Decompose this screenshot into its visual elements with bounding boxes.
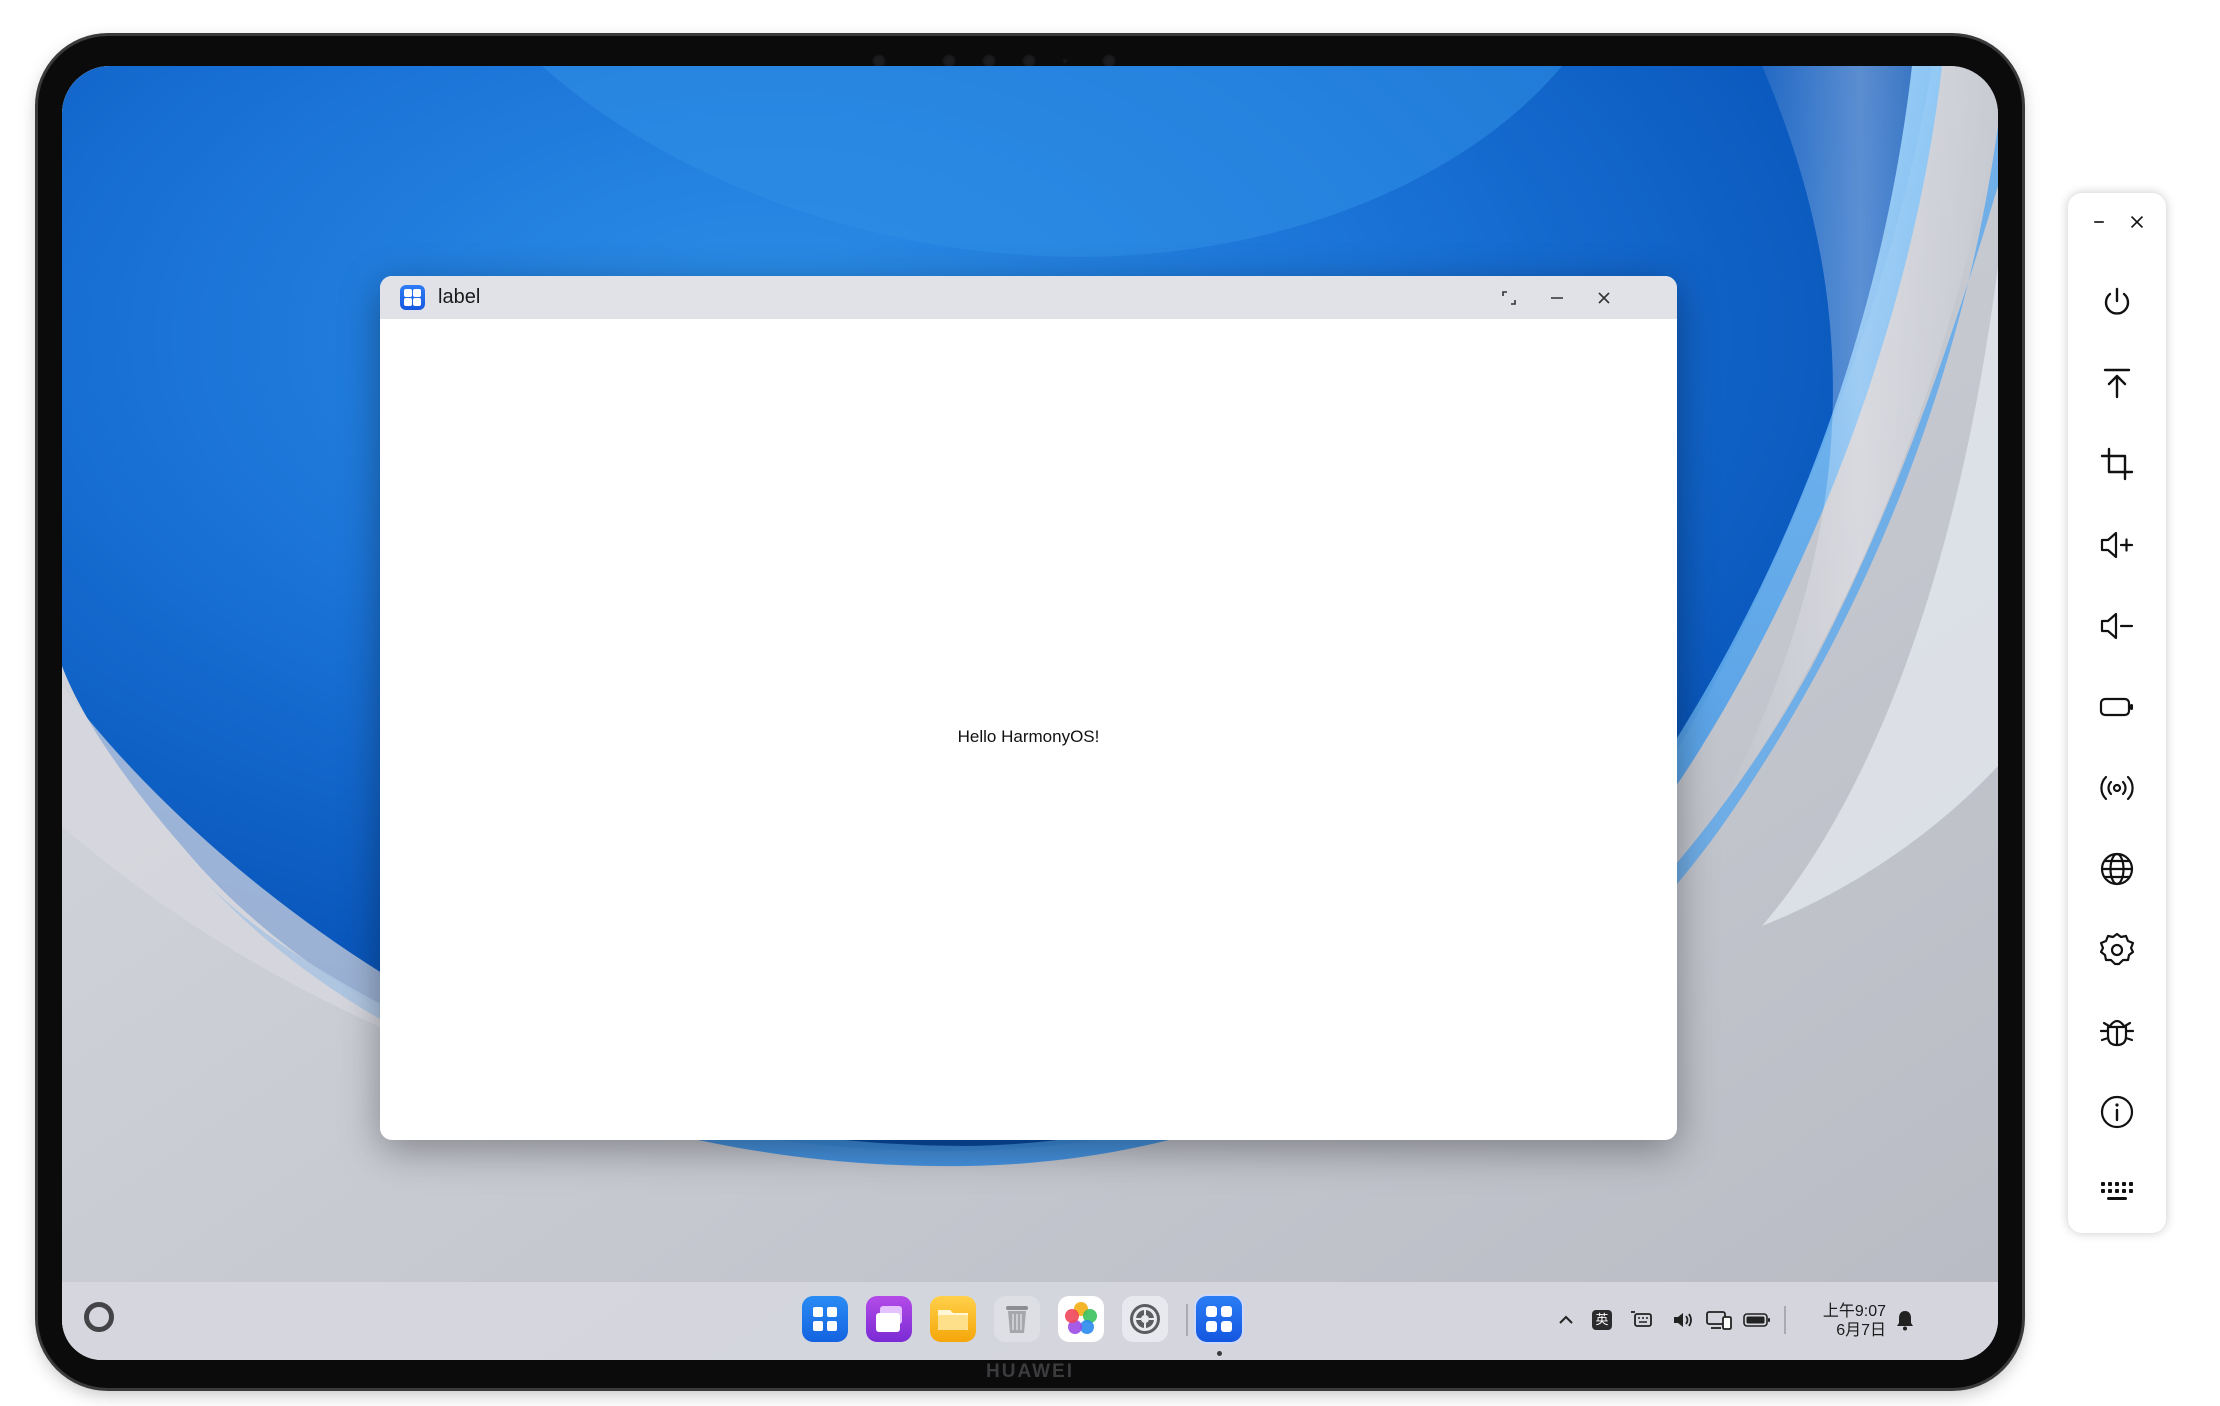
start-button[interactable]: [84, 1302, 114, 1332]
volume-down-icon: [2100, 612, 2134, 640]
globe-icon: [2100, 852, 2134, 886]
about-button[interactable]: [2092, 1087, 2142, 1137]
volume-button[interactable]: [1670, 1306, 1698, 1334]
dock-gallery[interactable]: [1058, 1296, 1104, 1342]
tray-separator: [1784, 1306, 1786, 1334]
hello-text: Hello HarmonyOS!: [957, 727, 1100, 746]
gallery-flower-icon: [1065, 1302, 1097, 1334]
device-screen: label Hello HarmonyOS! 英 上午9:07 6月7日: [62, 66, 1998, 1360]
minimize-button[interactable]: [1542, 283, 1572, 313]
emulator-toolbar: [2068, 193, 2166, 1233]
network-button[interactable]: [2092, 844, 2142, 894]
clock-date: 6月7日: [1836, 1322, 1886, 1339]
close-icon: [1598, 292, 1610, 304]
maximize-button[interactable]: [1494, 283, 1524, 313]
power-button[interactable]: [2092, 277, 2142, 327]
battery-icon: [1743, 1313, 1770, 1327]
volume-down-button[interactable]: [2092, 601, 2142, 651]
power-icon: [2104, 287, 2130, 315]
keyboard-button[interactable]: [2092, 1168, 2142, 1218]
app-center-icon: [813, 1307, 837, 1331]
settings-gear-icon: [1130, 1304, 1160, 1334]
battery-status[interactable]: [1742, 1306, 1772, 1334]
toolbar-close-button[interactable]: [2118, 203, 2156, 241]
battery-icon: [2099, 697, 2133, 717]
dock-label-app[interactable]: [1196, 1296, 1242, 1342]
keyboard-switch-button[interactable]: [1628, 1306, 1656, 1334]
dock-app-center[interactable]: [802, 1296, 848, 1342]
device-brand: HUAWEI: [986, 1361, 1074, 1382]
battery-button[interactable]: [2092, 682, 2142, 732]
location-signal-button[interactable]: [2092, 763, 2142, 813]
keyboard-switch-icon: [1631, 1311, 1652, 1327]
input-method-label: 英: [1592, 1310, 1612, 1330]
dock: [802, 1296, 1242, 1356]
notification-button[interactable]: [1892, 1306, 1918, 1334]
tablet-device: label Hello HarmonyOS! 英 上午9:07 6月7日 HUA…: [38, 36, 2022, 1388]
home-top-button[interactable]: [2092, 358, 2142, 408]
minimize-icon: [1551, 297, 1563, 299]
dock-separator: [1186, 1304, 1188, 1336]
multi-screen-button[interactable]: [1704, 1306, 1734, 1334]
window-content: Hello HarmonyOS!: [380, 319, 1677, 1140]
window-title: label: [438, 286, 481, 308]
app-window: label Hello HarmonyOS!: [380, 276, 1677, 1140]
volume-up-button[interactable]: [2092, 520, 2142, 570]
app-grid-icon: [1206, 1306, 1232, 1332]
settings-button[interactable]: [2092, 925, 2142, 975]
close-button[interactable]: [1589, 283, 1619, 313]
arrow-up-to-line-icon: [2103, 368, 2131, 399]
input-method-button[interactable]: 英: [1590, 1306, 1614, 1334]
screenshot-button[interactable]: [2092, 439, 2142, 489]
gear-icon: [2099, 932, 2135, 966]
tray-expand-button[interactable]: [1554, 1306, 1578, 1334]
folder-icon: [938, 1310, 968, 1330]
bell-icon: [1897, 1311, 1913, 1331]
broadcast-signal-icon: [2100, 775, 2134, 801]
maximize-icon: [1502, 291, 1516, 305]
dock-trash[interactable]: [994, 1296, 1040, 1342]
dock-settings[interactable]: [1122, 1296, 1168, 1342]
trash-icon: [1006, 1306, 1028, 1333]
keyboard-icon: [2101, 1182, 2133, 1200]
running-indicator: [1217, 1351, 1222, 1356]
window-titlebar[interactable]: label: [380, 276, 1677, 319]
crop-icon: [2100, 447, 2134, 481]
dock-files[interactable]: [930, 1296, 976, 1342]
bug-icon: [2099, 1019, 2135, 1047]
taskbar: 英 上午9:07 6月7日: [62, 1282, 1998, 1360]
info-icon: [2100, 1095, 2134, 1129]
multi-window-icon: [876, 1306, 902, 1332]
clock[interactable]: 上午9:07 6月7日: [1798, 1302, 1886, 1340]
app-grid-icon: [400, 285, 425, 310]
debug-button[interactable]: [2092, 1006, 2142, 1056]
speaker-icon: [1674, 1313, 1692, 1327]
close-icon: [2130, 215, 2144, 229]
toolbar-minimize-button[interactable]: [2080, 203, 2118, 241]
minimize-icon: [2094, 221, 2104, 223]
volume-up-icon: [2100, 531, 2134, 559]
chevron-up-icon: [1559, 1315, 1573, 1324]
clock-time: 上午9:07: [1822, 1303, 1886, 1320]
devices-icon: [1706, 1311, 1732, 1330]
dock-multi-window[interactable]: [866, 1296, 912, 1342]
camera-sensor: [1062, 58, 1068, 64]
